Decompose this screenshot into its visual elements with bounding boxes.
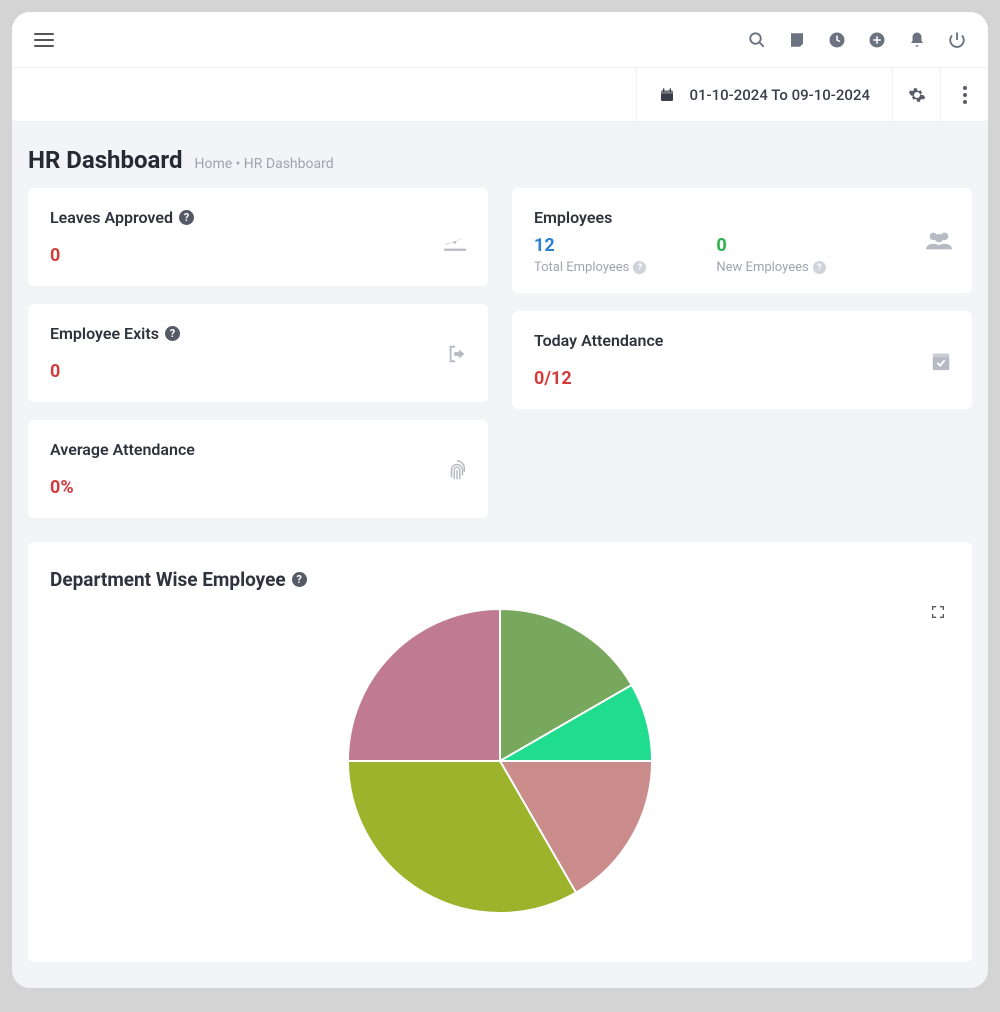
total-employees-value: 12 [534, 235, 646, 256]
help-icon[interactable]: ? [292, 572, 307, 587]
note-icon[interactable] [788, 31, 806, 49]
page-title: HR Dashboard [28, 146, 182, 174]
help-icon[interactable]: ? [165, 326, 180, 341]
total-employees-label: Total Employees [534, 260, 629, 275]
today-attendance-title: Today Attendance [534, 331, 663, 350]
leaves-approved-value: 0 [50, 245, 466, 266]
help-icon[interactable]: ? [813, 261, 826, 274]
settings-button[interactable] [892, 68, 940, 121]
avg-attendance-value: 0% [50, 477, 466, 498]
power-icon[interactable] [948, 31, 966, 49]
card-employees: Employees 12 Total Employees ? 0 New Emp… [512, 188, 972, 293]
new-employees-label: New Employees [716, 260, 808, 275]
leaves-approved-title: Leaves Approved [50, 208, 173, 227]
card-avg-attendance: Average Attendance 0% [28, 420, 488, 518]
plane-icon [442, 227, 468, 253]
avg-attendance-title: Average Attendance [50, 440, 195, 459]
employee-exits-title: Employee Exits [50, 324, 159, 343]
calendar-check-icon [930, 350, 952, 372]
more-button[interactable] [940, 68, 988, 121]
card-today-attendance: Today Attendance 0/12 [512, 311, 972, 409]
clock-icon[interactable] [828, 31, 846, 49]
card-employee-exits: Employee Exits ? 0 [28, 304, 488, 402]
pie-chart [340, 601, 660, 921]
date-range-picker[interactable]: 01-10-2024 To 09-10-2024 [636, 68, 892, 121]
menu-button[interactable] [34, 33, 54, 47]
employee-exits-value: 0 [50, 361, 466, 382]
expand-icon[interactable] [930, 604, 946, 620]
card-leaves-approved: Leaves Approved ? 0 [28, 188, 488, 286]
pie-slice[interactable] [348, 609, 500, 761]
help-icon[interactable]: ? [633, 261, 646, 274]
users-icon [926, 230, 952, 252]
add-icon[interactable] [868, 31, 886, 49]
calendar-icon [659, 87, 675, 103]
new-employees-value: 0 [716, 235, 825, 256]
today-attendance-value: 0/12 [534, 368, 950, 389]
chart-title: Department Wise Employee [50, 568, 286, 591]
search-icon[interactable] [748, 31, 766, 49]
employees-title: Employees [534, 208, 612, 227]
fingerprint-icon [446, 459, 468, 481]
help-icon[interactable]: ? [179, 210, 194, 225]
date-range-text: 01-10-2024 To 09-10-2024 [689, 86, 870, 104]
card-department-chart: Department Wise Employee ? [28, 542, 972, 962]
breadcrumb[interactable]: Home • HR Dashboard [194, 156, 333, 172]
exit-icon [446, 343, 468, 365]
bell-icon[interactable] [908, 31, 926, 49]
